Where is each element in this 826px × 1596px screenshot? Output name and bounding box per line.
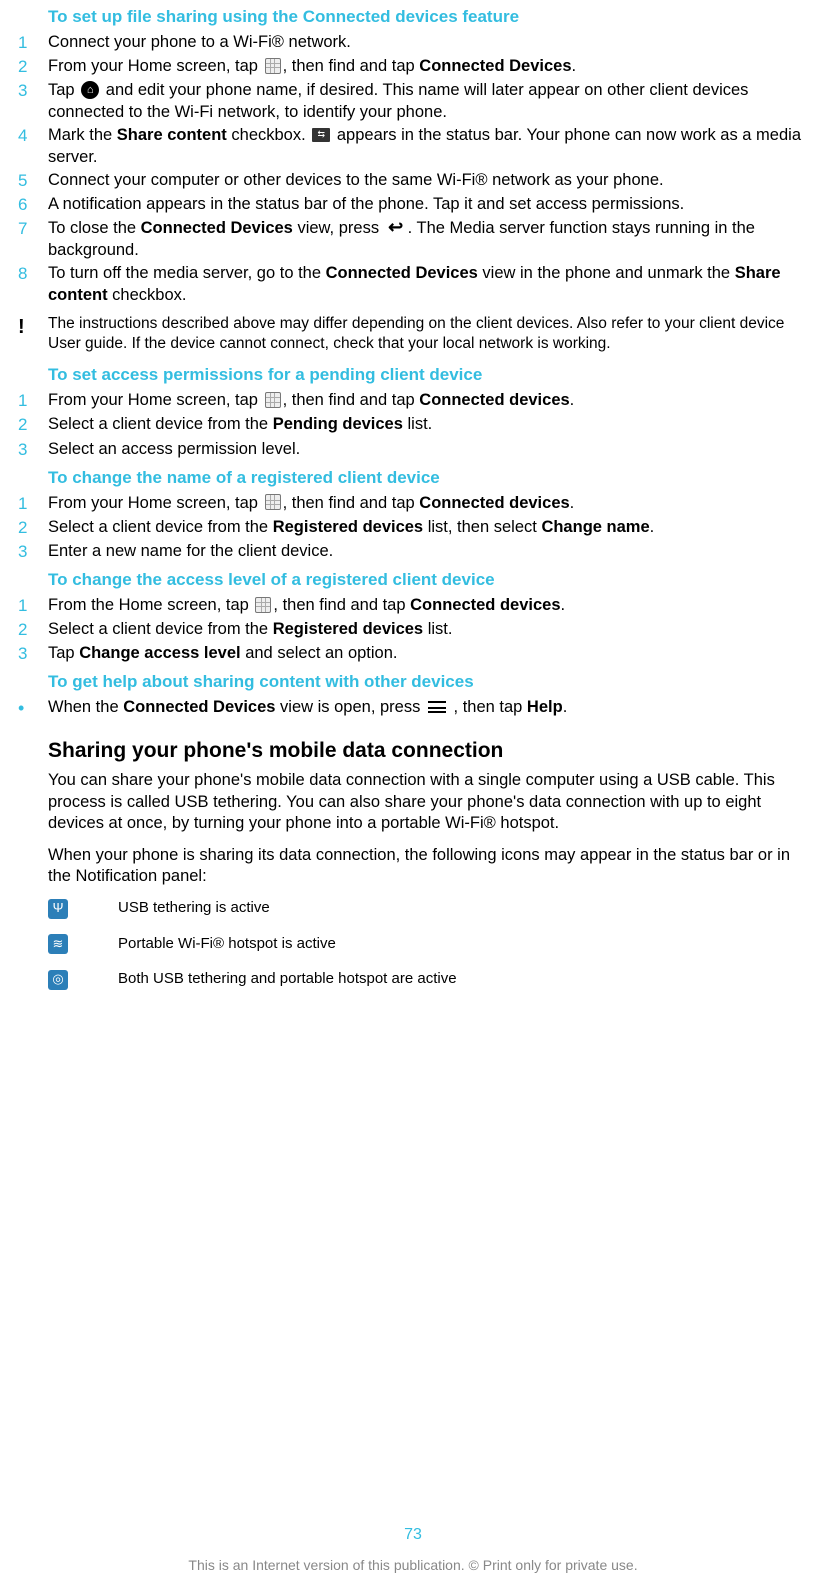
- icon-label: Both USB tethering and portable hotspot …: [118, 969, 457, 989]
- table-row: ≋ Portable Wi-Fi® hotspot is active: [48, 933, 808, 954]
- list-item: 2 Select a client device from the Pendin…: [18, 414, 808, 436]
- list-item: • When the Connected Devices view is ope…: [18, 697, 808, 718]
- home-icon: ⌂: [81, 81, 99, 99]
- heading-sharing-connection: Sharing your phone's mobile data connect…: [48, 737, 808, 764]
- app-grid-icon: [265, 494, 281, 510]
- heading-change-name: To change the name of a registered clien…: [48, 467, 808, 489]
- list-item: 1 From your Home screen, tap , then find…: [18, 493, 808, 515]
- list-item: 3 Enter a new name for the client device…: [18, 541, 808, 563]
- list-item: 8 To turn off the media server, go to th…: [18, 263, 808, 306]
- list-item: 3 Tap Change access level and select an …: [18, 643, 808, 665]
- important-note: ! The instructions described above may d…: [18, 314, 808, 354]
- bullet-icon: •: [18, 697, 48, 718]
- list-item: 6 A notification appears in the status b…: [18, 194, 808, 216]
- menu-icon: [427, 700, 447, 714]
- list-item: 2 From your Home screen, tap , then find…: [18, 56, 808, 78]
- heading-change-access-level: To change the access level of a register…: [48, 569, 808, 591]
- steps-access-permissions: 1 From your Home screen, tap , then find…: [18, 390, 808, 460]
- icon-label: Portable Wi-Fi® hotspot is active: [118, 934, 336, 954]
- heading-get-help: To get help about sharing content with o…: [48, 671, 808, 693]
- list-item: 2 Select a client device from the Regist…: [18, 619, 808, 641]
- heading-access-permissions: To set access permissions for a pending …: [48, 364, 808, 386]
- steps-setup-file-sharing: 1 Connect your phone to a Wi-Fi® network…: [18, 32, 808, 306]
- page-number: 73: [0, 1525, 826, 1546]
- copyright-note: This is an Internet version of this publ…: [0, 1556, 826, 1574]
- list-item: 5 Connect your computer or other devices…: [18, 170, 808, 192]
- media-server-icon: ⇆: [312, 128, 330, 142]
- heading-setup-file-sharing: To set up file sharing using the Connect…: [48, 6, 808, 28]
- both-tethering-icon: ◎: [48, 970, 68, 990]
- list-item: 3 Tap ⌂ and edit your phone name, if des…: [18, 80, 808, 123]
- list-item: 1 From the Home screen, tap , then find …: [18, 595, 808, 617]
- list-item: 4 Mark the Share content checkbox. ⇆ app…: [18, 125, 808, 168]
- app-grid-icon: [265, 58, 281, 74]
- paragraph: You can share your phone's mobile data c…: [48, 770, 808, 834]
- icon-legend-table: Ψ USB tethering is active ≋ Portable Wi-…: [48, 897, 808, 989]
- app-grid-icon: [255, 597, 271, 613]
- warning-icon: !: [18, 314, 48, 354]
- list-item: 1 From your Home screen, tap , then find…: [18, 390, 808, 412]
- page-footer: 73 This is an Internet version of this p…: [0, 1525, 826, 1574]
- steps-change-access-level: 1 From the Home screen, tap , then find …: [18, 595, 808, 665]
- list-item: 2 Select a client device from the Regist…: [18, 517, 808, 539]
- icon-label: USB tethering is active: [118, 898, 270, 918]
- steps-change-name: 1 From your Home screen, tap , then find…: [18, 493, 808, 563]
- usb-tethering-icon: Ψ: [48, 899, 68, 919]
- paragraph: When your phone is sharing its data conn…: [48, 845, 808, 888]
- list-item: 7 To close the Connected Devices view, p…: [18, 218, 808, 261]
- list-item: 1 Connect your phone to a Wi-Fi® network…: [18, 32, 808, 54]
- table-row: ◎ Both USB tethering and portable hotspo…: [48, 968, 808, 989]
- list-item: 3 Select an access permission level.: [18, 439, 808, 461]
- table-row: Ψ USB tethering is active: [48, 897, 808, 918]
- wifi-hotspot-icon: ≋: [48, 934, 68, 954]
- app-grid-icon: [265, 392, 281, 408]
- back-icon: ↩: [386, 220, 406, 236]
